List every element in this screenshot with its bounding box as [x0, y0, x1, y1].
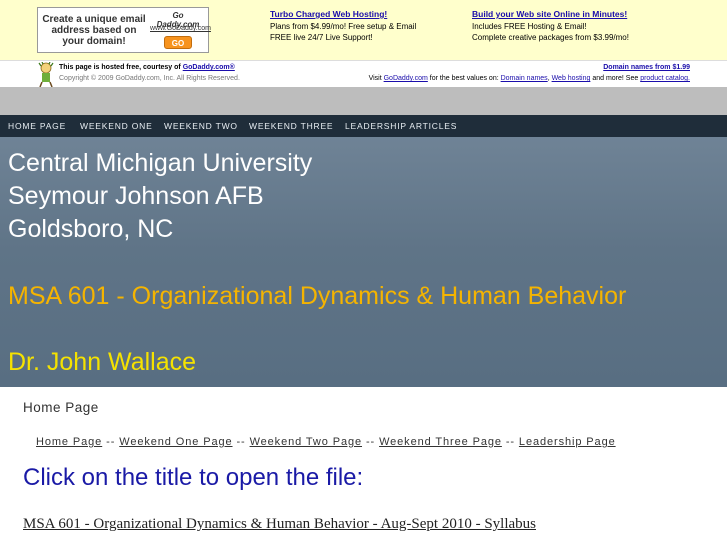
copyright: Copyright © 2009 GoDaddy.com, Inc. All R…	[59, 75, 240, 82]
location: Goldsboro, NC	[8, 215, 174, 243]
instruction-heading: Click on the title to open the file:	[23, 464, 364, 491]
link-leadership-page[interactable]: Leadership Page	[519, 436, 616, 448]
site-header: Central Michigan University Seymour John…	[0, 137, 727, 387]
base-name: Seymour Johnson AFB	[8, 182, 264, 210]
nav-item-weekend-three[interactable]: WEEKEND THREE	[249, 121, 333, 131]
hosted-notice: This page is hosted free, courtesy of Go…	[59, 64, 235, 71]
ad-website-builder-line2: Complete creative packages from $3.99/mo…	[472, 33, 629, 42]
godaddy-email-ad[interactable]: Create a unique email address based on y…	[37, 7, 211, 53]
ad-website-builder: Build your Web site Online in Minutes! I…	[472, 9, 652, 43]
visit-godaddy-link[interactable]: GoDaddy.com	[384, 75, 428, 82]
web-hosting-link[interactable]: Web hosting	[552, 75, 591, 82]
nav-item-weekend-one[interactable]: WEEKEND ONE	[80, 121, 153, 131]
hosted-notice-prefix: This page is hosted free, courtesy of	[59, 64, 183, 71]
ad-hosting-link[interactable]: Turbo Charged Web Hosting!	[270, 9, 450, 20]
university-name: Central Michigan University	[8, 149, 313, 177]
visit-prefix: Visit	[368, 75, 384, 82]
course-title: MSA 601 - Organizational Dynamics & Huma…	[8, 282, 627, 310]
visit-mid2: and more! See	[590, 75, 641, 82]
link-separator: --	[362, 436, 380, 448]
nav-item-home[interactable]: HOME PAGE	[8, 121, 66, 131]
link-separator: --	[102, 436, 120, 448]
ad-box-text: Create a unique email address based on y…	[42, 14, 146, 47]
visit-promo: Visit GoDaddy.com for the best values on…	[369, 75, 690, 82]
godaddy-mascot-icon	[38, 62, 54, 88]
ad-banner: Create a unique email address based on y…	[0, 0, 727, 60]
link-weekend-two-page[interactable]: Weekend Two Page	[250, 436, 362, 448]
link-weekend-one-page[interactable]: Weekend One Page	[119, 436, 232, 448]
page-title: Home Page	[23, 400, 99, 415]
hosted-bar: This page is hosted free, courtesy of Go…	[0, 60, 727, 88]
ad-website-builder-link[interactable]: Build your Web site Online in Minutes!	[472, 9, 652, 20]
godaddy-link[interactable]: GoDaddy.com®	[183, 64, 235, 71]
domain-names-promo-link[interactable]: Domain names from $1.99	[603, 64, 690, 71]
nav-item-leadership-articles[interactable]: LEADERSHIP ARTICLES	[345, 121, 457, 131]
visit-mid: for the best values on:	[427, 75, 501, 82]
ad-hosting: Turbo Charged Web Hosting! Plans from $4…	[270, 9, 450, 43]
link-home-page[interactable]: Home Page	[36, 436, 102, 448]
link-weekend-three-page[interactable]: Weekend Three Page	[379, 436, 502, 448]
content-panel: Home Page Home Page -- Weekend One Page …	[8, 387, 719, 545]
godaddy-logo-url: www.GoDaddy.com	[150, 25, 211, 32]
link-separator: --	[501, 436, 519, 448]
instructor-name: Dr. John Wallace	[8, 348, 197, 376]
nav-item-weekend-two[interactable]: WEEKEND TWO	[164, 121, 238, 131]
ad-hosting-line2: FREE live 24/7 Live Support!	[270, 33, 373, 42]
go-button[interactable]: GO	[164, 36, 192, 49]
product-catalog-link[interactable]: product catalog.	[640, 75, 690, 82]
domain-names-link[interactable]: Domain names	[501, 75, 548, 82]
ad-hosting-line1: Plans from $4.99/mo! Free setup & Email	[270, 22, 417, 31]
ad-website-builder-line1: Includes FREE Hosting & Email!	[472, 22, 587, 31]
link-separator: --	[232, 436, 250, 448]
spacer-band	[0, 87, 727, 115]
page-links: Home Page -- Weekend One Page -- Weekend…	[36, 436, 616, 448]
main-nav: HOME PAGE WEEKEND ONE WEEKEND TWO WEEKEN…	[0, 115, 727, 137]
syllabus-file-link[interactable]: MSA 601 - Organizational Dynamics & Huma…	[23, 516, 536, 533]
godaddy-logo[interactable]: Go Daddy.com www.GoDaddy.com GO	[150, 11, 211, 51]
